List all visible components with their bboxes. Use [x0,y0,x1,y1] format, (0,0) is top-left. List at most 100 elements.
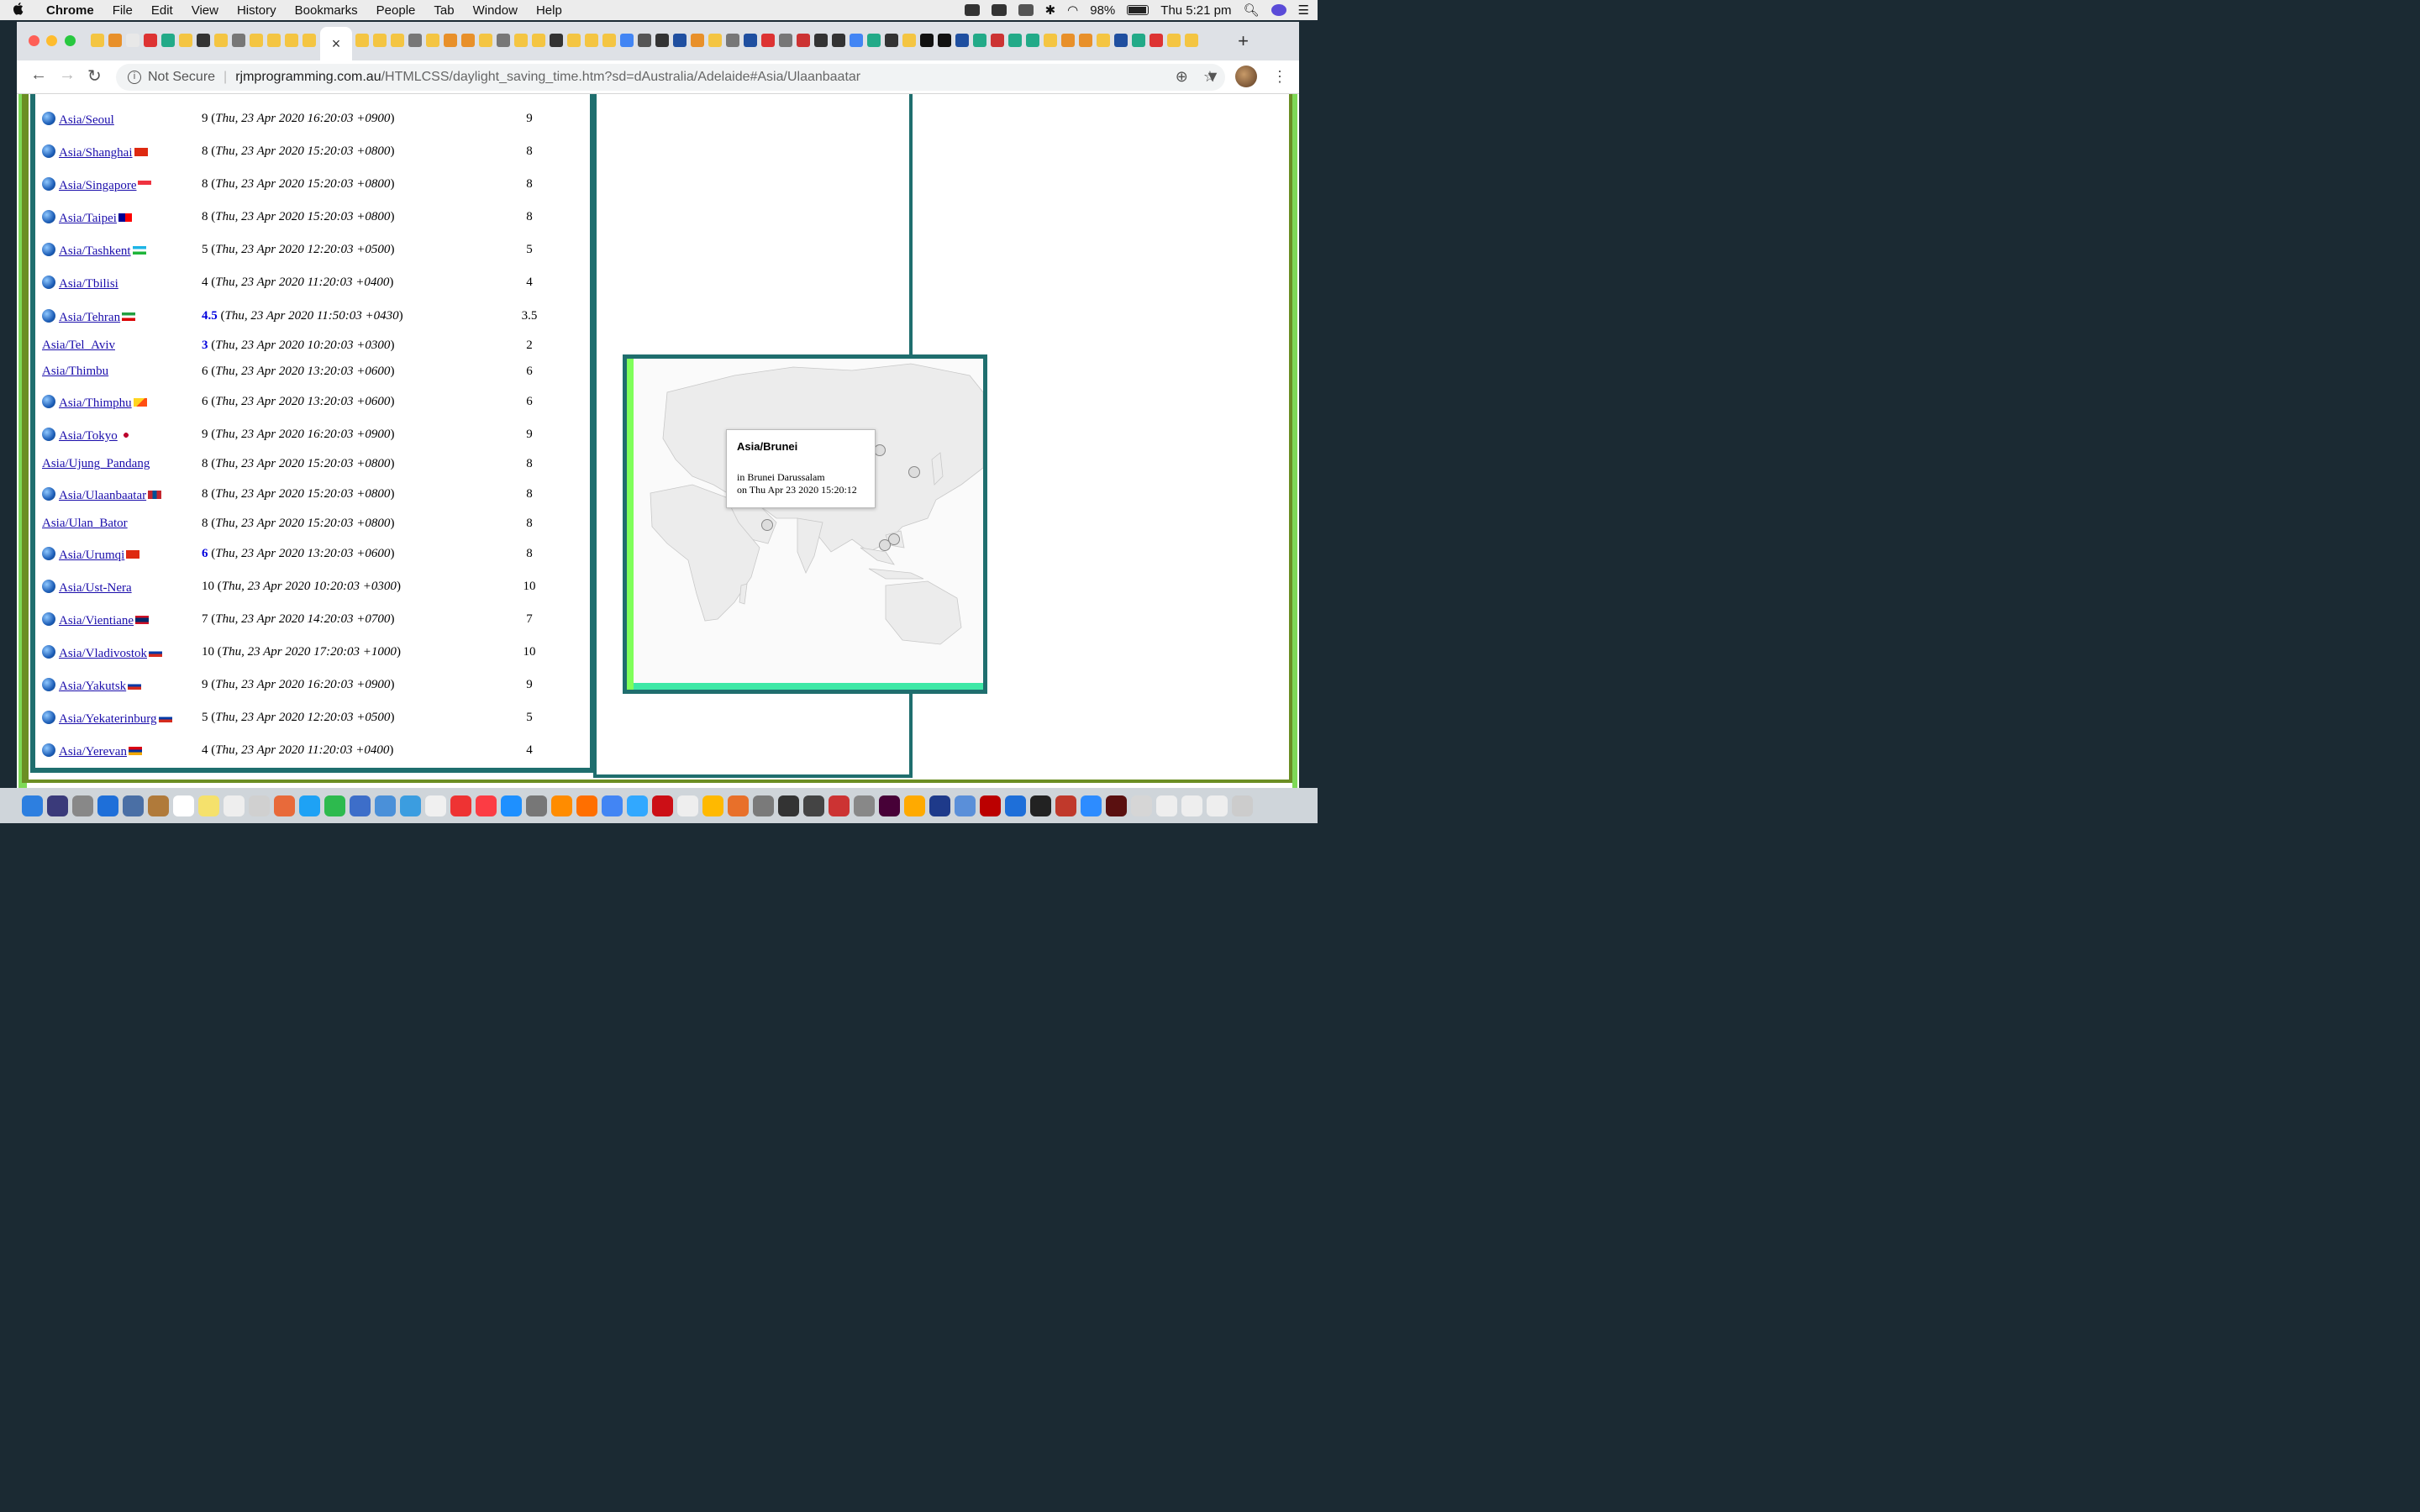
forward-button[interactable]: → [59,66,76,85]
dock-app-icon[interactable] [1055,795,1076,816]
dock-app-icon[interactable] [400,795,421,816]
dock-app-icon[interactable] [476,795,497,816]
tab-favicon-icon[interactable] [514,34,528,47]
security-status[interactable]: Not Secure [148,70,215,85]
timezone-link[interactable]: Asia/Tel_Aviv [42,339,115,353]
battery-icon[interactable] [1127,5,1150,15]
dock-app-icon[interactable] [97,795,118,816]
timezone-link[interactable]: Asia/Thimbu [42,365,108,379]
globe-icon[interactable] [42,210,55,223]
dock-app-icon[interactable] [627,795,648,816]
page-viewport[interactable]: Asia/Brunei in Brunei Darussalam on Thu … [17,94,1299,788]
globe-icon[interactable] [42,243,55,256]
globe-icon[interactable] [42,547,55,560]
tab-favicon-icon[interactable] [250,34,263,47]
tab-favicon-icon[interactable] [232,34,245,47]
timezone-link[interactable]: Asia/Tehran [42,309,136,325]
globe-icon[interactable] [42,743,55,757]
timezone-name[interactable]: Asia/Tbilisi [59,277,118,291]
active-tab[interactable]: × [320,27,352,60]
menu-file[interactable]: File [103,3,142,18]
globe-icon[interactable] [42,112,55,125]
timezone-name[interactable]: Asia/Thimbu [42,365,108,378]
dock-app-icon[interactable] [929,795,950,816]
dock-app-icon[interactable] [501,795,522,816]
timezone-name[interactable]: Asia/Tehran [59,311,120,324]
timezone-name[interactable]: Asia/Tokyo [59,429,118,443]
tab-favicon-icon[interactable] [761,34,775,47]
globe-icon[interactable] [42,487,55,501]
globe-icon[interactable] [42,276,55,289]
tab-favicon-icon[interactable] [991,34,1004,47]
dock-app-icon[interactable] [148,795,169,816]
dock-app-icon[interactable] [1081,795,1102,816]
dock-app-icon[interactable] [1005,795,1026,816]
globe-icon[interactable] [42,395,55,408]
timezone-link[interactable]: Asia/Ulan_Bator [42,517,128,531]
menu-history[interactable]: History [228,3,286,18]
dock-app-icon[interactable] [576,795,597,816]
dock-app-icon[interactable] [1030,795,1051,816]
spotlight-search-icon[interactable]: 🔍︎ [1244,3,1260,18]
tab-favicon-icon[interactable] [850,34,863,47]
timezone-name[interactable]: Asia/Taipei [59,212,117,225]
dock-app-icon[interactable] [728,795,749,816]
back-button[interactable]: ← [30,66,47,85]
globe-icon[interactable] [42,309,55,323]
tab-favicon-icon[interactable] [867,34,881,47]
tab-favicon-icon[interactable] [108,34,122,47]
tab-favicon-icon[interactable] [161,34,175,47]
timezone-link[interactable]: Asia/Yekaterinburg [42,711,172,727]
dock-app-icon[interactable] [123,795,144,816]
tab-favicon-icon[interactable] [1150,34,1163,47]
timezone-name[interactable]: Asia/Singapore [59,179,136,192]
globe-icon[interactable] [42,678,55,691]
menu-edit[interactable]: Edit [142,3,182,18]
url-path[interactable]: /HTMLCSS/daylight_saving_time.htm?sd=dAu… [381,70,861,85]
tab-favicon-icon[interactable] [285,34,298,47]
timezone-link[interactable]: Asia/Singapore [42,177,152,193]
profile-avatar[interactable] [1235,66,1257,87]
timezone-link[interactable]: Asia/Seoul [42,112,129,128]
tab-favicon-icon[interactable] [885,34,898,47]
extension-icon[interactable]: ▼ [1205,68,1220,86]
malwarebytes-icon[interactable] [991,4,1007,16]
tab-favicon-icon[interactable] [708,34,722,47]
timezone-link[interactable]: Asia/Yakutsk [42,678,142,694]
chrome-menu-icon[interactable]: ⋮ [1272,68,1287,86]
tab-favicon-icon[interactable] [355,34,369,47]
timezone-link[interactable]: Asia/Ust-Nera [42,580,132,596]
timezone-link[interactable]: Asia/Tashkent [42,243,146,259]
globe-icon[interactable] [42,645,55,659]
tab-favicon-icon[interactable] [1167,34,1181,47]
tab-favicon-icon[interactable] [1026,34,1039,47]
tab-favicon-icon[interactable] [1008,34,1022,47]
dock-app-icon[interactable] [1207,795,1228,816]
clock[interactable]: Thu 5:21 pm [1160,3,1231,18]
tab-favicon-icon[interactable] [426,34,439,47]
dock-app-icon[interactable] [350,795,371,816]
menu-view[interactable]: View [182,3,228,18]
dock-app-icon[interactable] [425,795,446,816]
timezone-name[interactable]: Asia/Yakutsk [59,680,126,693]
tab-favicon-icon[interactable] [479,34,492,47]
tab-favicon-icon[interactable] [179,34,192,47]
tab-favicon-icon[interactable] [1097,34,1110,47]
timezone-link[interactable]: Asia/Tbilisi [42,276,134,291]
dock-app-icon[interactable] [803,795,824,816]
dock-app-icon[interactable] [22,795,43,816]
timezone-name[interactable]: Asia/Ujung_Pandang [42,457,150,470]
tab-favicon-icon[interactable] [532,34,545,47]
timezone-name[interactable]: Asia/Tel_Aviv [42,339,115,352]
reload-button[interactable]: ↻ [87,66,102,87]
timezone-link[interactable]: Asia/Vladivostok [42,645,162,661]
siri-icon[interactable] [1270,4,1286,16]
dock-app-icon[interactable] [173,795,194,816]
tab-favicon-icon[interactable] [91,34,104,47]
tab-favicon-icon[interactable] [1061,34,1075,47]
timezone-name[interactable]: Asia/Shanghai [59,146,133,160]
dock-app-icon[interactable] [753,795,774,816]
notification-center-icon[interactable]: ☰ [1298,3,1309,18]
menu-help[interactable]: Help [527,3,571,18]
timezone-link[interactable]: Asia/Yerevan [42,743,142,759]
